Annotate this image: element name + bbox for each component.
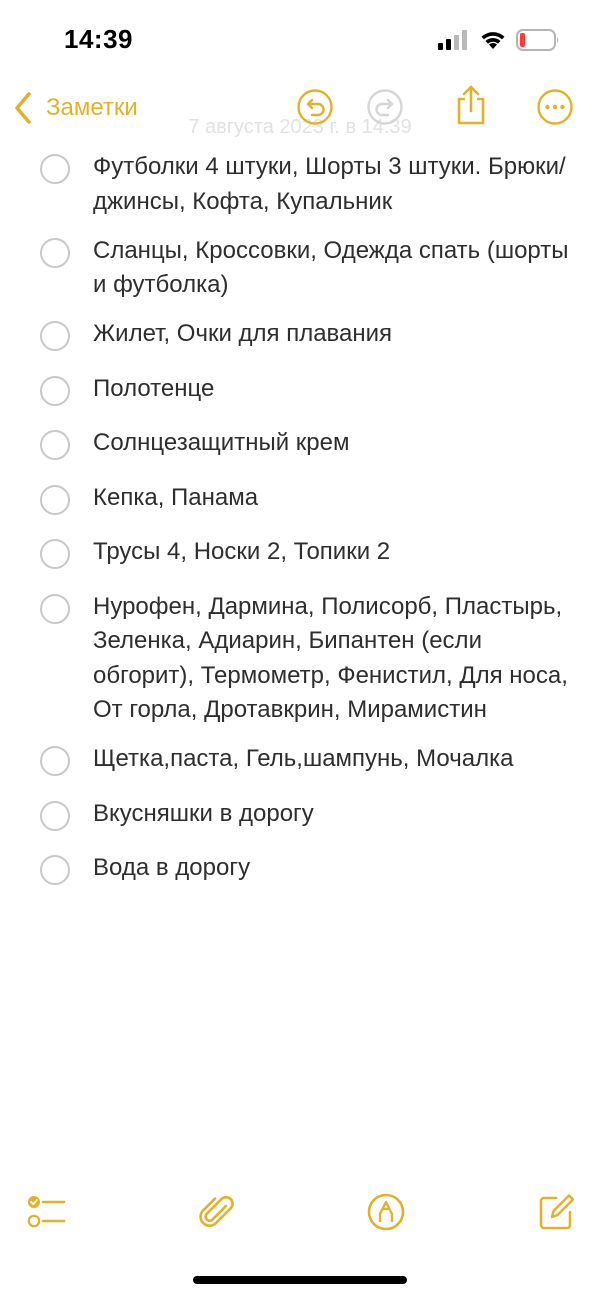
checklist-item: Нурофен, Дармина, Полисорб, Пластырь, Зе…: [0, 590, 600, 728]
checkbox[interactable]: [40, 321, 70, 351]
wifi-icon: [479, 28, 507, 50]
undo-icon[interactable]: [296, 88, 334, 126]
checklist-item-text[interactable]: Солнцезащитный крем: [93, 426, 572, 461]
checklist-item: Футболки 4 штуки, Шорты 3 штуки. Брюки/д…: [0, 150, 600, 219]
paperclip-icon[interactable]: [198, 1192, 238, 1232]
checklist-item: Сланцы, Кроссовки, Одежда спать (шорты и…: [0, 234, 600, 303]
checklist-item-text[interactable]: Полотенце: [93, 372, 572, 407]
checkbox[interactable]: [40, 800, 70, 831]
share-icon[interactable]: [452, 84, 490, 126]
checklist-item: Полотенце: [0, 372, 600, 412]
checklist-item-text[interactable]: Кепка, Панама: [93, 481, 572, 516]
checkbox[interactable]: [40, 375, 70, 406]
battery-icon: [516, 28, 560, 52]
checklist-item: Вкусняшки в дорогу: [0, 797, 600, 837]
checklist-item: Вода в дорогу: [0, 851, 600, 891]
checklist-item: Трусы 4, Носки 2, Топики 2: [0, 535, 600, 575]
checklist-item-text[interactable]: Жилет, Очки для плавания: [93, 317, 572, 352]
checkbox[interactable]: [40, 746, 70, 776]
checkbox[interactable]: [40, 855, 70, 885]
checklist-item: Солнцезащитный крем: [0, 426, 600, 466]
checklist-item-text[interactable]: Нурофен, Дармина, Полисорб, Пластырь, Зе…: [93, 590, 572, 728]
chevron-left-icon: [15, 92, 31, 124]
back-button[interactable]: Заметки: [12, 88, 138, 128]
checkbox[interactable]: [40, 484, 70, 515]
checkbox[interactable]: [40, 430, 70, 460]
cellular-signal-icon: [438, 30, 468, 50]
checklist-item-text[interactable]: Щетка,паста, Гель,шампунь, Мочалка: [93, 742, 572, 777]
compose-icon[interactable]: [536, 1192, 576, 1232]
markup-pen-icon[interactable]: [366, 1192, 406, 1232]
checklist-item: Кепка, Панама: [0, 481, 600, 521]
home-indicator[interactable]: [193, 1276, 407, 1284]
checklist-item: Щетка,паста, Гель,шампунь, Мочалка: [0, 742, 600, 782]
checklist-item-text[interactable]: Сланцы, Кроссовки, Одежда спать (шорты и…: [93, 234, 572, 303]
redo-icon[interactable]: [366, 88, 404, 126]
checklist: Футболки 4 штуки, Шорты 3 штуки. Брюки/д…: [0, 150, 600, 906]
status-time: 14:39: [64, 24, 133, 54]
checklist-icon[interactable]: [26, 1192, 66, 1232]
back-label: Заметки: [46, 94, 138, 121]
checklist-item-text[interactable]: Вкусняшки в дорогу: [93, 797, 572, 832]
checklist-item: Жилет, Очки для плавания: [0, 317, 600, 357]
checklist-item-text[interactable]: Футболки 4 штуки, Шорты 3 штуки. Брюки/д…: [93, 150, 572, 219]
checkbox[interactable]: [40, 154, 70, 184]
checklist-item-text[interactable]: Вода в дорогу: [93, 851, 572, 886]
checkbox[interactable]: [40, 539, 70, 569]
status-bar: 14:39: [0, 0, 600, 80]
checkbox[interactable]: [40, 237, 70, 268]
navigation-bar: Заметки 7 августа 2023 г. в 14:39: [0, 80, 600, 140]
checklist-item-text[interactable]: Трусы 4, Носки 2, Топики 2: [93, 535, 572, 570]
checkbox[interactable]: [40, 593, 70, 624]
more-icon[interactable]: [536, 88, 574, 126]
